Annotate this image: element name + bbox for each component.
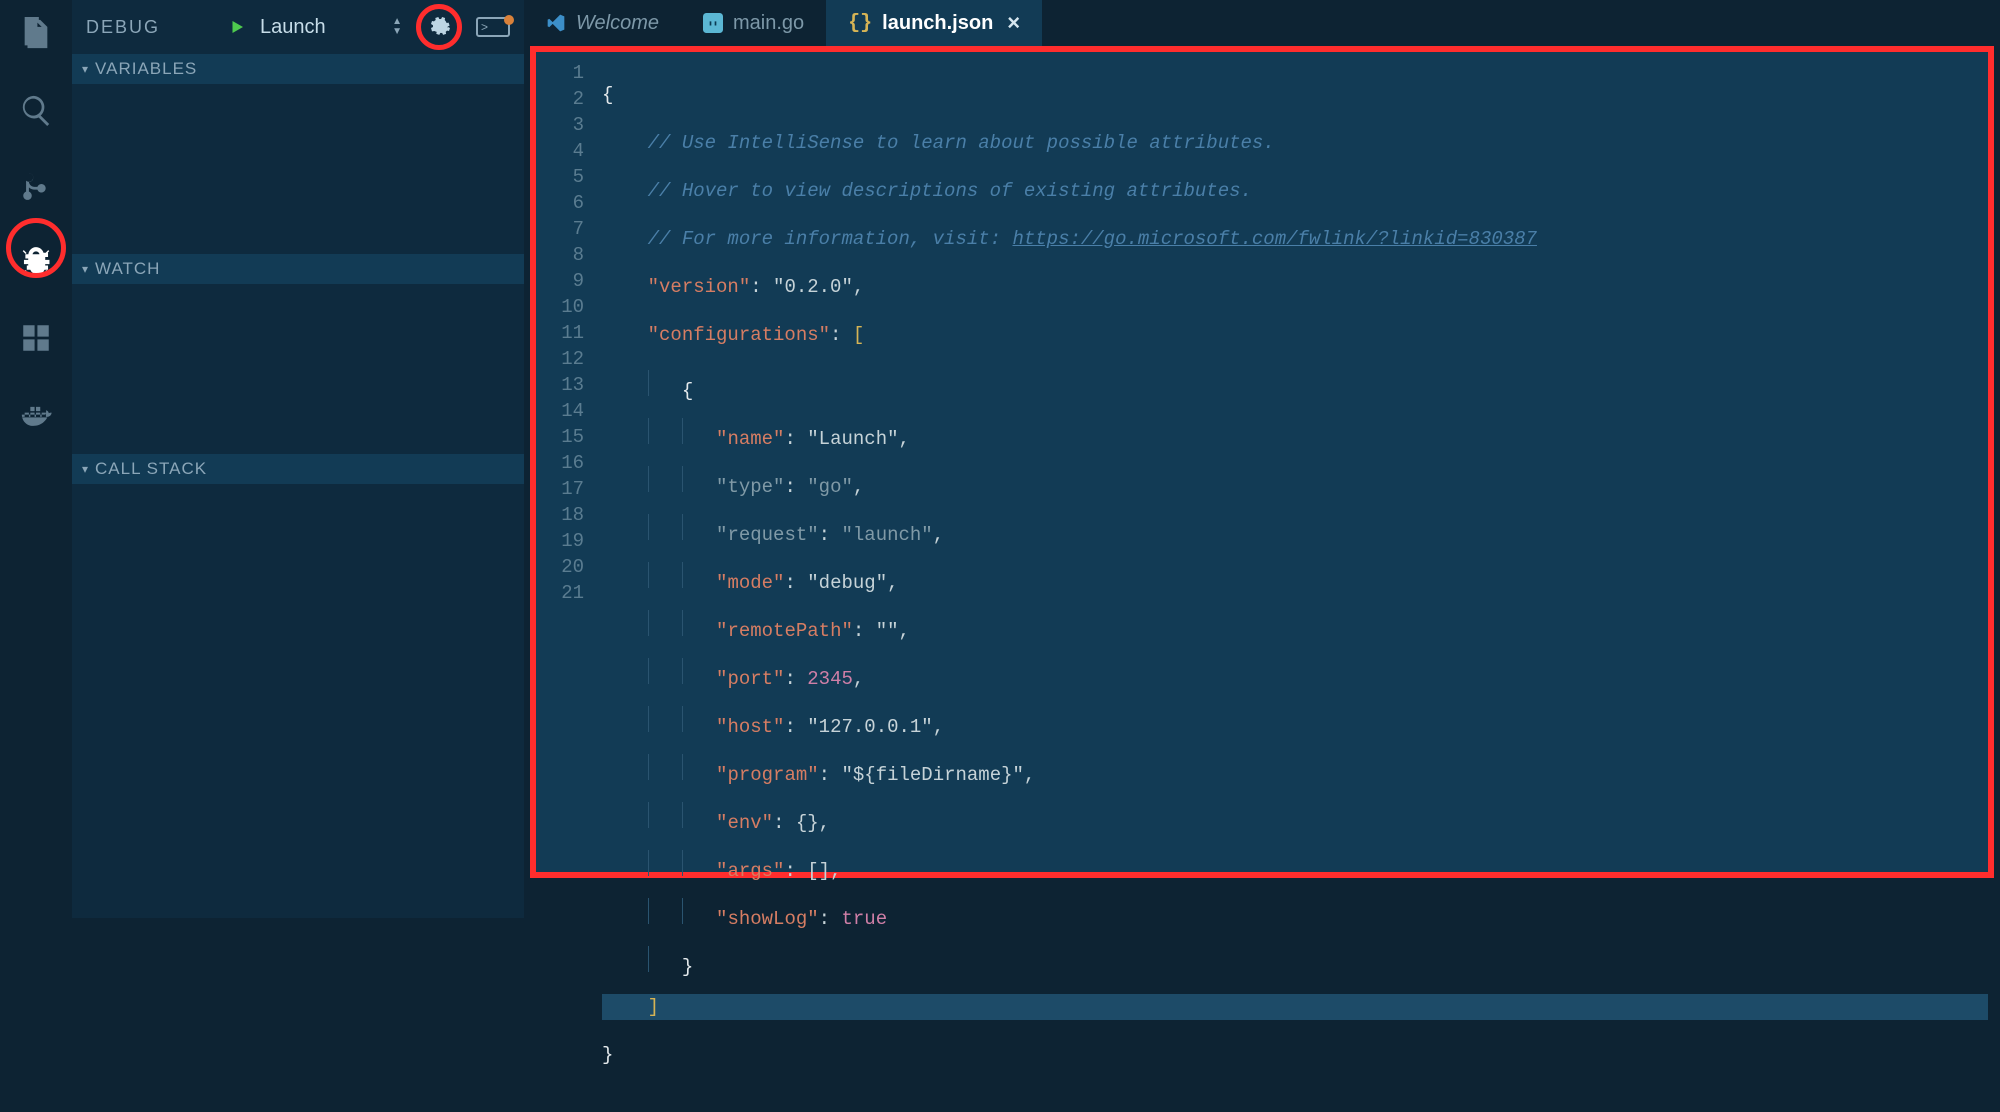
debug-config-name[interactable]: Launch (260, 16, 326, 39)
json-value: "" (876, 620, 899, 642)
editor-group: Welcome main.go {} launch.json × 1234567… (524, 0, 2000, 918)
json-key: "name" (716, 428, 784, 450)
json-value: "go" (807, 476, 853, 498)
debug-toolbar: DEBUG Launch ▲▼ (72, 0, 524, 54)
activity-scm-icon[interactable] (0, 162, 72, 210)
comment-link[interactable]: https://go.microsoft.com/fwlink/?linkid=… (1012, 228, 1537, 250)
callstack-panel-title: CALL STACK (95, 459, 207, 479)
json-value: 2345 (807, 668, 853, 690)
vscode-icon (546, 13, 566, 33)
activity-bar (0, 0, 72, 918)
debug-title: DEBUG (86, 17, 160, 38)
json-key: "host" (716, 716, 784, 738)
open-launch-config-button[interactable] (416, 4, 462, 50)
code-editor[interactable]: 123456789101112131415161718192021 { // U… (536, 52, 1988, 872)
comment-line: // Hover to view descriptions of existin… (648, 180, 1252, 202)
code-content[interactable]: { // Use IntelliSense to learn about pos… (602, 52, 1988, 872)
callstack-panel-body (72, 484, 524, 918)
callstack-panel-header[interactable]: ▾ CALL STACK (72, 454, 524, 484)
tab-welcome[interactable]: Welcome (524, 0, 681, 46)
json-key: "showLog" (716, 908, 819, 930)
watch-panel-header[interactable]: ▾ WATCH (72, 254, 524, 284)
json-key: "env" (716, 812, 773, 834)
json-value: "0.2.0" (773, 276, 853, 298)
tab-main-go[interactable]: main.go (681, 0, 826, 46)
activity-search-icon[interactable] (0, 86, 72, 134)
tab-label: Welcome (576, 12, 659, 35)
json-key: "type" (716, 476, 784, 498)
chevron-down-icon: ▾ (82, 462, 89, 476)
json-key: "configurations" (648, 324, 830, 346)
json-value: "debug" (807, 572, 887, 594)
editor-tabs: Welcome main.go {} launch.json × (524, 0, 2000, 46)
comment-line: // For more information, visit: (648, 228, 1013, 250)
tab-launch-json[interactable]: {} launch.json × (826, 0, 1042, 46)
activity-docker-icon[interactable] (0, 390, 72, 438)
variables-panel-title: VARIABLES (95, 59, 197, 79)
json-value: "Launch" (807, 428, 898, 450)
watch-panel-body (72, 284, 524, 454)
variables-panel-header[interactable]: ▾ VARIABLES (72, 54, 524, 84)
json-value: true (841, 908, 887, 930)
close-icon[interactable]: × (1007, 10, 1020, 36)
json-key: "args" (716, 860, 784, 882)
json-key: "program" (716, 764, 819, 786)
variables-panel-body (72, 84, 524, 254)
activity-files-icon[interactable] (0, 10, 72, 58)
json-key: "request" (716, 524, 819, 546)
json-value: "127.0.0.1" (807, 716, 932, 738)
chevron-down-icon: ▾ (82, 262, 89, 276)
line-gutter: 123456789101112131415161718192021 (536, 52, 602, 872)
go-file-icon (703, 13, 723, 33)
chevron-down-icon: ▾ (82, 62, 89, 76)
watch-panel-title: WATCH (95, 259, 160, 279)
json-key: "version" (648, 276, 751, 298)
debug-sidebar: DEBUG Launch ▲▼ ▾ VARIABLES ▾ WATCH ▾ CALL … (72, 0, 524, 918)
json-value: "launch" (841, 524, 932, 546)
activity-debug-icon[interactable] (0, 238, 72, 286)
config-switcher-icon[interactable]: ▲▼ (392, 17, 402, 37)
tab-label: main.go (733, 12, 804, 35)
comment-line: // Use IntelliSense to learn about possi… (648, 132, 1275, 154)
json-key: "port" (716, 668, 784, 690)
json-value: "${fileDirname}" (841, 764, 1023, 786)
debug-console-toggle-icon[interactable] (476, 17, 510, 37)
json-key: "remotePath" (716, 620, 853, 642)
start-debug-icon[interactable] (228, 18, 246, 36)
json-file-icon: {} (848, 12, 872, 35)
tab-label: launch.json (882, 12, 993, 35)
activity-extensions-icon[interactable] (0, 314, 72, 362)
json-key: "mode" (716, 572, 784, 594)
